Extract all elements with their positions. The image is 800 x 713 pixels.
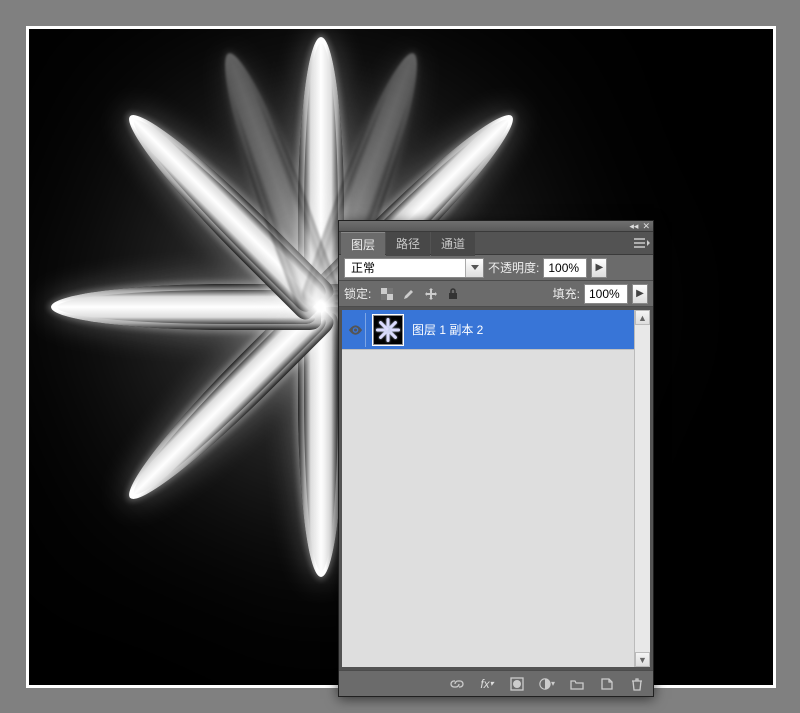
opacity-flyout-icon[interactable]: ▶ xyxy=(591,258,607,278)
blend-opacity-row: 正常 不透明度: 100% ▶ xyxy=(339,255,653,281)
fill-label[interactable]: 填充: xyxy=(553,285,580,302)
opacity-value: 100% xyxy=(548,261,579,275)
lock-icons xyxy=(379,286,461,302)
opacity-label[interactable]: 不透明度: xyxy=(488,259,539,276)
layers-panel: ◂◂ ✕ 图层 路径 通道 正常 不透明度: 100% ▶ 锁定: xyxy=(338,220,654,697)
panel-menu-icon[interactable] xyxy=(632,236,650,250)
blend-mode-dropdown[interactable]: 正常 xyxy=(344,258,484,278)
layer-mask-icon[interactable] xyxy=(509,676,525,692)
layer-name[interactable]: 图层 1 副本 2 xyxy=(412,321,483,338)
tab-layers[interactable]: 图层 xyxy=(341,232,385,257)
opacity-input[interactable]: 100% xyxy=(543,258,587,278)
group-icon[interactable] xyxy=(569,676,585,692)
scroll-down-icon[interactable]: ▼ xyxy=(635,652,650,667)
link-layers-icon[interactable] xyxy=(449,676,465,692)
blend-mode-value: 正常 xyxy=(345,259,465,276)
chevron-down-icon[interactable] xyxy=(465,259,483,277)
new-layer-icon[interactable] xyxy=(599,676,615,692)
close-icon[interactable]: ✕ xyxy=(642,221,650,232)
collapse-icon[interactable]: ◂◂ xyxy=(629,221,638,232)
move-lock-icon[interactable] xyxy=(423,286,439,302)
fill-value: 100% xyxy=(589,287,620,301)
fill-input[interactable]: 100% xyxy=(584,284,628,304)
panel-tabs: 图层 路径 通道 xyxy=(339,232,653,255)
transparent-lock-icon[interactable] xyxy=(379,286,395,302)
panel-footer: fx▾ ▾ xyxy=(339,670,653,696)
layer-thumbnail[interactable] xyxy=(372,314,404,346)
layer-row[interactable]: 图层 1 副本 2 xyxy=(342,310,634,350)
fill-flyout-icon[interactable]: ▶ xyxy=(632,284,648,304)
lock-label: 锁定: xyxy=(344,285,371,302)
adjustment-icon[interactable]: ▾ xyxy=(539,676,555,692)
layer-scrollbar[interactable]: ▲ ▼ xyxy=(634,310,650,667)
layer-list: 图层 1 副本 2 ▲ ▼ xyxy=(342,310,650,667)
tab-paths[interactable]: 路径 xyxy=(386,232,430,256)
lock-all-icon[interactable] xyxy=(445,286,461,302)
brush-lock-icon[interactable] xyxy=(401,286,417,302)
trash-icon[interactable] xyxy=(629,676,645,692)
tab-channels[interactable]: 通道 xyxy=(431,232,475,256)
panel-titlebar[interactable]: ◂◂ ✕ xyxy=(339,221,653,232)
fx-icon[interactable]: fx▾ xyxy=(479,676,495,692)
scroll-up-icon[interactable]: ▲ xyxy=(635,310,650,325)
lock-fill-row: 锁定: 填充: 100% ▶ xyxy=(339,281,653,307)
visibility-toggle[interactable] xyxy=(346,313,366,347)
